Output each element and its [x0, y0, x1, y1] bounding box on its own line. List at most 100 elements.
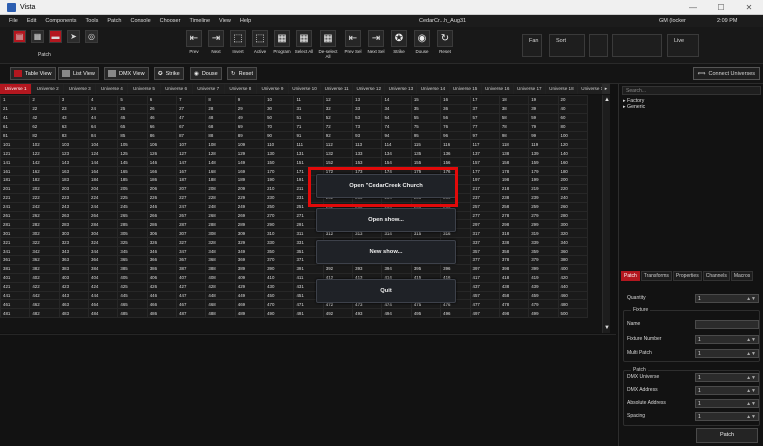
channel-cell[interactable]: 481 — [0, 308, 31, 319]
channel-cell[interactable]: 7 — [176, 95, 207, 105]
channel-cell[interactable]: 340 — [557, 237, 589, 248]
channel-cell[interactable]: 469 — [234, 299, 266, 310]
channel-cell[interactable]: 470 — [264, 299, 295, 310]
channel-cell[interactable]: 39 — [528, 103, 559, 114]
channel-cell[interactable]: 287 — [176, 219, 207, 230]
maximize-icon[interactable]: ☐ — [707, 3, 735, 12]
channel-cell[interactable]: 477 — [469, 299, 500, 310]
channel-cell[interactable]: 94 — [381, 130, 412, 141]
channel-cell[interactable]: 484 — [88, 308, 119, 319]
channel-cell[interactable]: 159 — [528, 157, 559, 168]
channel-cell[interactable]: 445 — [117, 290, 148, 301]
channel-cell[interactable]: 188 — [205, 175, 236, 185]
channel-cell[interactable]: 38 — [498, 103, 530, 114]
new-show-button[interactable]: New show... — [316, 240, 456, 264]
spacing-stepper[interactable]: 1 ▲▼ — [695, 411, 759, 421]
channel-cell[interactable]: 197 — [469, 175, 500, 185]
channel-cell[interactable]: 31 — [293, 103, 324, 114]
channel-cell[interactable]: 85 — [117, 130, 148, 141]
program-button[interactable]: ▦ Program — [272, 30, 292, 60]
channel-cell[interactable]: 34 — [381, 103, 412, 114]
channel-cell[interactable]: 148 — [205, 157, 236, 168]
channel-cell[interactable]: 207 — [176, 183, 207, 194]
channel-cell[interactable]: 427 — [176, 281, 207, 292]
channel-cell[interactable]: 489 — [234, 308, 266, 319]
fan-dropdown[interactable]: Fan — [522, 34, 542, 57]
channel-cell[interactable]: 258 — [498, 201, 530, 212]
channel-cell[interactable]: 112 — [322, 139, 354, 150]
channel-cell[interactable]: 57 — [469, 112, 500, 123]
channel-cell[interactable]: 359 — [528, 246, 559, 257]
channel-cell[interactable]: 210 — [264, 183, 295, 194]
menu-patch[interactable]: Patch — [107, 18, 121, 24]
douse-button[interactable]: ◉ Douse — [412, 30, 432, 60]
channel-cell[interactable]: 490 — [264, 308, 295, 319]
channel-cell[interactable]: 247 — [176, 201, 207, 212]
channel-cell[interactable]: 463 — [58, 299, 90, 310]
channel-cell[interactable]: 209 — [234, 183, 266, 194]
channel-cell[interactable]: 55 — [410, 112, 442, 123]
channel-cell[interactable]: 405 — [117, 272, 148, 283]
channel-cell[interactable]: 130 — [264, 148, 295, 159]
channel-cell[interactable]: 321 — [0, 237, 31, 248]
channel-cell[interactable]: 70 — [264, 121, 295, 132]
channel-cell[interactable]: 134 — [381, 148, 412, 159]
channel-cell[interactable]: 105 — [117, 139, 148, 150]
channel-cell[interactable]: 189 — [234, 175, 266, 185]
channel-cell[interactable]: 261 — [0, 210, 31, 221]
channel-cell[interactable]: 96 — [440, 130, 471, 141]
channel-cell[interactable]: 328 — [205, 237, 236, 248]
channel-cell[interactable]: 379 — [528, 255, 559, 265]
channel-cell[interactable]: 73 — [352, 121, 383, 132]
channel-cell[interactable]: 162 — [29, 166, 60, 177]
channel-cell[interactable]: 81 — [0, 130, 31, 141]
channel-cell[interactable]: 309 — [234, 228, 266, 239]
channel-cell[interactable]: 100 — [557, 130, 589, 141]
channel-cell[interactable]: 187 — [176, 175, 207, 185]
channel-cell[interactable]: 468 — [205, 299, 236, 310]
channel-cell[interactable]: 9 — [234, 95, 266, 105]
channel-cell[interactable]: 257 — [469, 201, 500, 212]
channel-cell[interactable]: 18 — [498, 95, 530, 105]
channel-cell[interactable]: 54 — [381, 112, 412, 123]
channel-cell[interactable]: 418 — [498, 272, 530, 283]
channel-cell[interactable]: 401 — [0, 272, 31, 283]
channel-cell[interactable]: 1 — [0, 95, 31, 105]
channel-cell[interactable]: 368 — [205, 255, 236, 265]
channel-cell[interactable]: 426 — [146, 281, 178, 292]
channel-cell[interactable]: 300 — [557, 219, 589, 230]
channel-cell[interactable]: 217 — [469, 183, 500, 194]
channel-cell[interactable]: 442 — [29, 290, 60, 301]
channel-cell[interactable]: 97 — [469, 130, 500, 141]
toolbar-blank-box[interactable] — [589, 34, 608, 57]
channel-cell[interactable]: 12 — [322, 95, 354, 105]
channel-cell[interactable]: 323 — [58, 237, 90, 248]
channel-cell[interactable]: 26 — [146, 103, 178, 114]
channel-cell[interactable]: 74 — [381, 121, 412, 132]
tab-universe-11[interactable]: Universe 11 — [321, 84, 354, 94]
tab-universe-1[interactable]: Universe 1 — [0, 84, 33, 94]
channel-cell[interactable]: 47 — [176, 112, 207, 123]
channel-cell[interactable]: 106 — [146, 139, 178, 150]
channel-cell[interactable]: 279 — [528, 210, 559, 221]
channel-cell[interactable]: 367 — [176, 255, 207, 265]
menu-file[interactable]: File — [9, 18, 18, 24]
channel-cell[interactable]: 135 — [410, 148, 442, 159]
channel-cell[interactable]: 201 — [0, 183, 31, 194]
channel-cell[interactable]: 161 — [0, 166, 31, 177]
channel-cell[interactable]: 440 — [557, 281, 589, 292]
channel-cell[interactable]: 250 — [264, 201, 295, 212]
channel-cell[interactable]: 462 — [29, 299, 60, 310]
channel-cell[interactable]: 305 — [117, 228, 148, 239]
prev-button[interactable]: ⇤ Prev — [184, 30, 204, 60]
channel-cell[interactable]: 86 — [146, 130, 178, 141]
channel-cell[interactable]: 444 — [88, 290, 119, 301]
channel-cell[interactable]: 289 — [234, 219, 266, 230]
channel-cell[interactable]: 65 — [117, 121, 148, 132]
scroll-down-icon[interactable]: ▼ — [604, 325, 610, 331]
channel-cell[interactable]: 136 — [440, 148, 471, 159]
channel-cell[interactable]: 5 — [117, 95, 148, 105]
channel-cell[interactable]: 341 — [0, 246, 31, 257]
menu-components[interactable]: Components — [45, 18, 76, 24]
fixture-search-input[interactable]: Search... — [622, 86, 761, 95]
